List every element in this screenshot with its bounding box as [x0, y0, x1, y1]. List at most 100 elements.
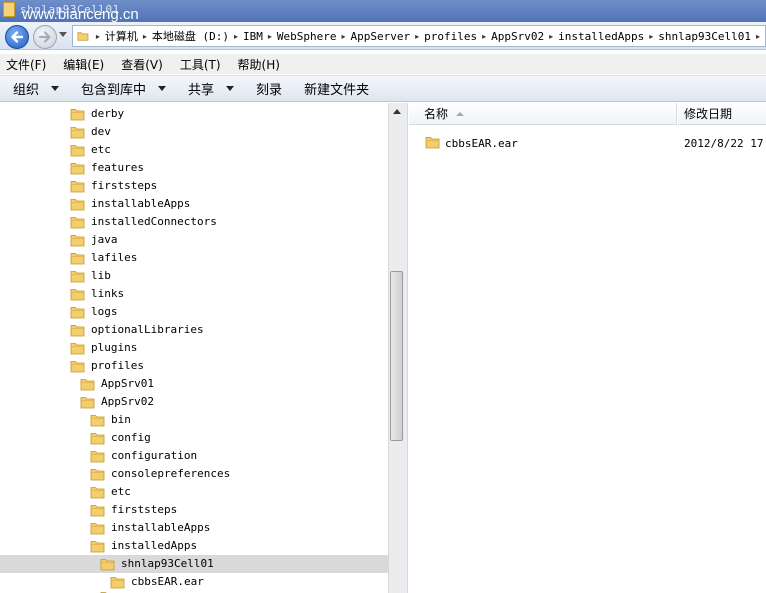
breadcrumb-separator-icon[interactable]: ▸	[234, 32, 238, 41]
folder-icon	[100, 557, 115, 571]
folder-icon	[90, 467, 105, 481]
folder-icon	[70, 269, 85, 283]
menu-item[interactable]: 查看(V)	[121, 56, 163, 73]
folder-icon	[70, 179, 85, 193]
tree-item[interactable]: dev	[0, 123, 388, 141]
folder-icon	[70, 107, 85, 121]
tree-item[interactable]: consolepreferences	[0, 465, 388, 483]
tree-item-label: shnlap93Cell01	[121, 557, 214, 570]
breadcrumb-item[interactable]: IBM	[243, 30, 263, 43]
navigation-tree[interactable]: derby dev etc features firststeps installable…	[0, 103, 388, 593]
breadcrumb-item[interactable]: profiles	[424, 30, 477, 43]
breadcrumb-item[interactable]: AppSrv02	[491, 30, 544, 43]
file-list: 名称 修改日期 cbbsEAR.ear 2012/8/22 17:1	[409, 103, 766, 593]
tree-item-label: AppSrv02	[101, 395, 154, 408]
recent-pages-dropdown[interactable]	[59, 32, 67, 37]
tree-item[interactable]: features	[0, 159, 388, 177]
menu-item[interactable]: 工具(T)	[180, 56, 221, 73]
tree-item[interactable]: links	[0, 285, 388, 303]
folder-icon	[90, 413, 105, 427]
tree-item[interactable]: lib	[0, 267, 388, 285]
breadcrumb-separator-icon[interactable]: ▸	[756, 32, 760, 41]
tree-item-label: AppSrv01	[101, 377, 154, 390]
folder-icon	[3, 2, 15, 17]
tree-item[interactable]: etc	[0, 141, 388, 159]
include-in-library-button[interactable]: 包含到库中	[81, 79, 167, 98]
breadcrumb-separator-icon[interactable]: ▸	[415, 32, 419, 41]
toolbar: 组织 包含到库中 共享 刻录 新建文件夹	[0, 75, 766, 102]
column-header-name-label: 名称	[424, 107, 449, 121]
file-name: cbbsEAR.ear	[445, 137, 518, 150]
breadcrumb-item[interactable]: shnlap93Cell01	[658, 30, 751, 43]
tree-item[interactable]: cbbsEAR.ear	[0, 573, 388, 591]
new-folder-button[interactable]: 新建文件夹	[304, 79, 369, 98]
tree-item[interactable]: bin	[0, 411, 388, 429]
new-folder-label: 新建文件夹	[304, 83, 370, 98]
share-button[interactable]: 共享	[188, 79, 235, 98]
breadcrumb-item[interactable]: WebSphere	[277, 30, 337, 43]
breadcrumb-separator-icon[interactable]: ▸	[96, 32, 100, 41]
scroll-thumb[interactable]	[390, 271, 403, 441]
breadcrumb-separator-icon[interactable]: ▸	[649, 32, 653, 41]
tree-item[interactable]: AppSrv02	[0, 393, 388, 411]
tree-item[interactable]: config	[0, 429, 388, 447]
folder-icon	[90, 503, 105, 517]
organize-button[interactable]: 组织	[13, 79, 60, 98]
tree-item[interactable]: java	[0, 231, 388, 249]
breadcrumb-item[interactable]: AppServer	[351, 30, 411, 43]
breadcrumb-item[interactable]: 计算机	[105, 28, 138, 44]
menu-item[interactable]: 帮助(H)	[238, 56, 280, 73]
tree-item-label: lafiles	[91, 251, 138, 264]
tree-scrollbar[interactable]	[388, 103, 404, 593]
folder-icon	[70, 287, 85, 301]
tree-item[interactable]: firststeps	[0, 501, 388, 519]
column-header-date[interactable]: 修改日期	[678, 103, 766, 125]
include-library-label: 包含到库中	[81, 83, 147, 98]
breadcrumb-separator-icon[interactable]: ▸	[342, 32, 346, 41]
tree-item[interactable]: lafiles	[0, 249, 388, 267]
tree-item[interactable]: profiles	[0, 357, 388, 375]
tree-item-label: firststeps	[91, 179, 158, 192]
chevron-down-icon	[158, 86, 167, 91]
breadcrumb-separator-icon[interactable]: ▸	[482, 32, 486, 41]
tree-item[interactable]: installableApps	[0, 519, 388, 537]
address-bar: ▸ 计算机 ▸ 本地磁盘 (D:) ▸ IBM ▸ WebSphere ▸ AppServer ▸ p…	[0, 22, 766, 50]
tree-item[interactable]: etc	[0, 483, 388, 501]
folder-icon	[70, 323, 85, 337]
burn-button[interactable]: 刻录	[256, 79, 282, 98]
tree-item[interactable]: installableApps	[0, 195, 388, 213]
tree-item[interactable]: firststeps	[0, 177, 388, 195]
breadcrumb-separator-icon[interactable]: ▸	[143, 32, 147, 41]
breadcrumb-separator-icon[interactable]: ▸	[549, 32, 553, 41]
arrow-left-icon	[11, 31, 24, 43]
column-header-name[interactable]: 名称	[409, 103, 677, 125]
tree-item[interactable]: installedApps	[0, 537, 388, 555]
tree-item[interactable]: optionalLibraries	[0, 321, 388, 339]
tree-item-label: bin	[111, 413, 131, 426]
tree-item[interactable]: configuration	[0, 447, 388, 465]
list-item[interactable]: cbbsEAR.ear 2012/8/22 17:1	[409, 133, 766, 153]
menu-item[interactable]: 编辑(E)	[63, 56, 104, 73]
sort-ascending-icon	[456, 111, 465, 116]
folder-icon	[70, 251, 85, 265]
breadcrumb-separator-icon[interactable]: ▸	[268, 32, 272, 41]
watermark: www.bianceng.cn	[22, 6, 139, 23]
breadcrumb[interactable]: ▸ 计算机 ▸ 本地磁盘 (D:) ▸ IBM ▸ WebSphere ▸ AppServer ▸ p…	[72, 25, 766, 47]
forward-button[interactable]	[33, 25, 57, 49]
menu-item[interactable]: 文件(F)	[6, 56, 46, 73]
tree-item[interactable]: derby	[0, 105, 388, 123]
tree-item[interactable]: plugins	[0, 339, 388, 357]
tree-item-label: installableApps	[111, 521, 211, 534]
folder-icon	[70, 215, 85, 229]
tree-item-label: derby	[91, 107, 125, 120]
tree-item[interactable]: installedConnectors	[0, 213, 388, 231]
folder-icon	[70, 341, 85, 355]
breadcrumb-item[interactable]: installedApps	[558, 30, 644, 43]
scroll-up-icon[interactable]	[393, 109, 401, 114]
tree-item[interactable]: logs	[0, 303, 388, 321]
breadcrumb-item[interactable]: 本地磁盘 (D:)	[152, 28, 229, 44]
pane-splitter[interactable]	[404, 103, 408, 593]
back-button[interactable]	[5, 25, 29, 49]
tree-item[interactable]: AppSrv01	[0, 375, 388, 393]
tree-item[interactable]: shnlap93Cell01	[0, 555, 388, 573]
